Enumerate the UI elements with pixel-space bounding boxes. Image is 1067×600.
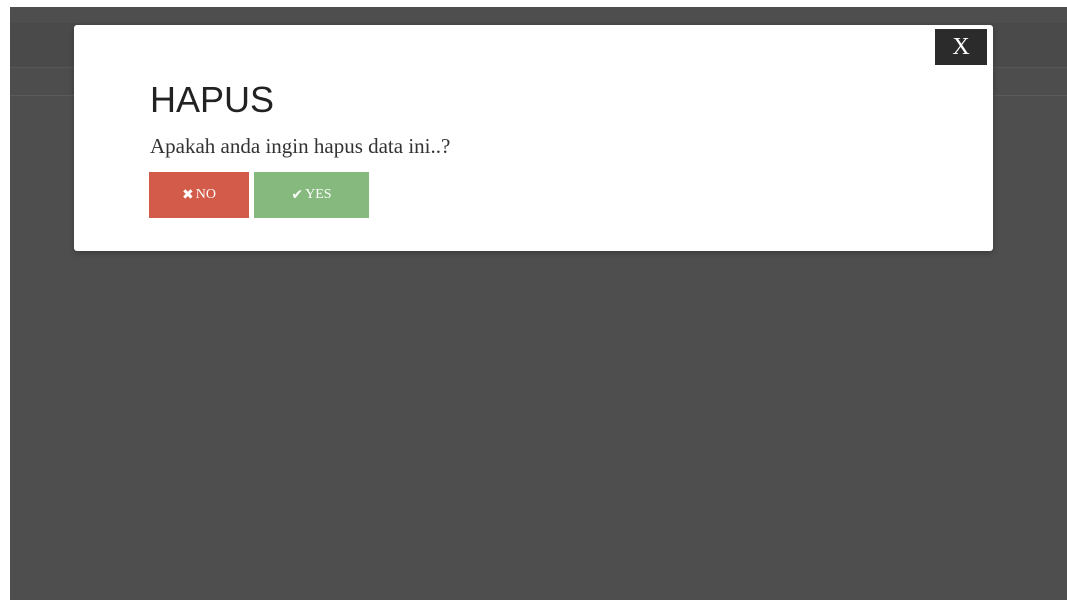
modal-message: Apakah anda ingin hapus data ini..? (150, 134, 451, 158)
yes-button[interactable]: ✔ YES (254, 172, 369, 218)
modal-title: HAPUS (150, 79, 275, 120)
times-icon: ✖ (182, 187, 194, 203)
close-button[interactable]: X (935, 29, 987, 65)
check-icon: ✔ (291, 187, 304, 203)
delete-confirm-modal: X HAPUS Apakah anda ingin hapus data ini… (74, 25, 993, 251)
yes-button-label: YES (305, 187, 332, 202)
no-button[interactable]: ✖ NO (149, 172, 249, 218)
no-button-label: NO (195, 187, 216, 202)
